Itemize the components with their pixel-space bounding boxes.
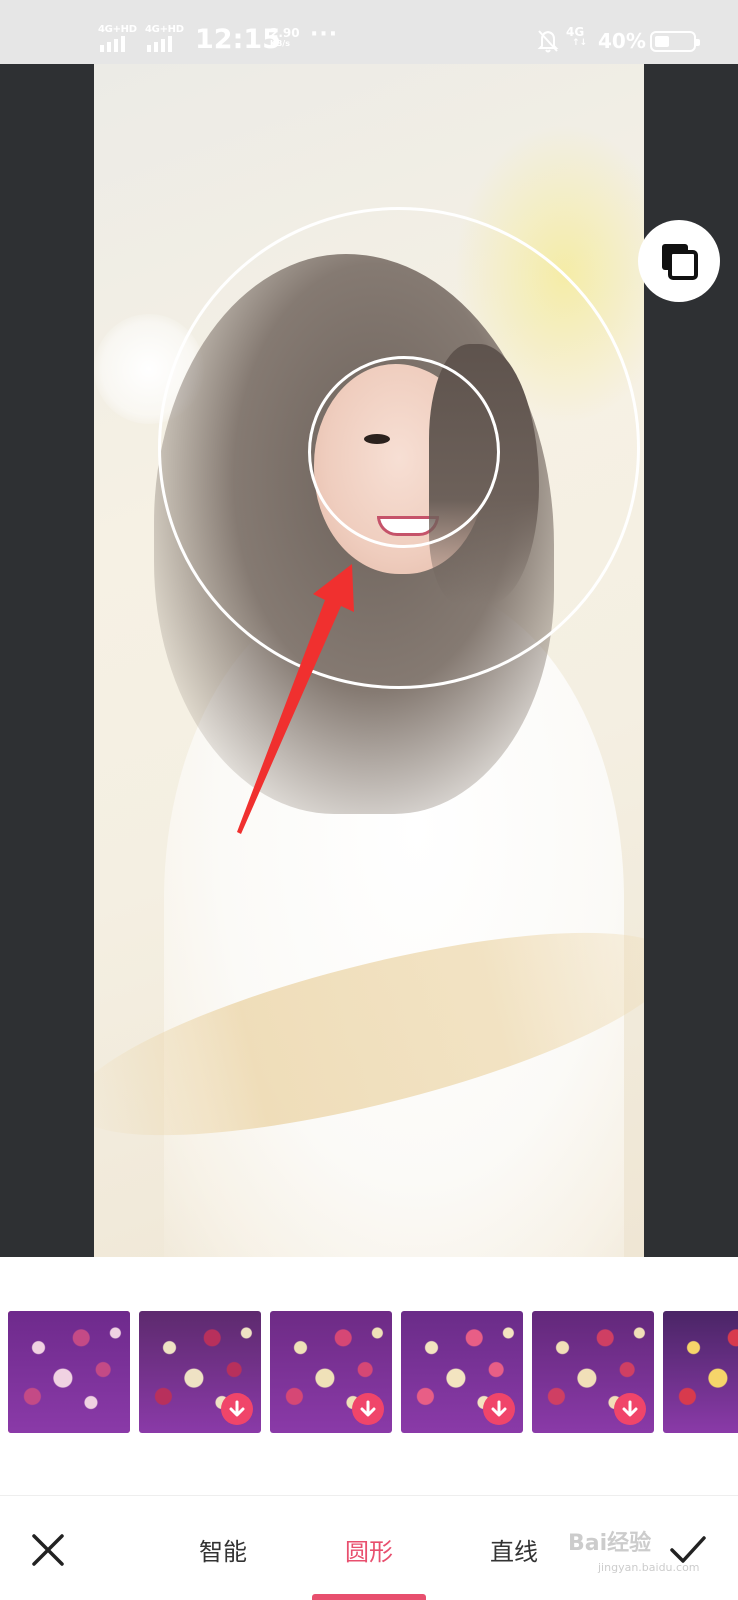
signal-icon: [147, 36, 172, 52]
clock: 12:15: [195, 24, 281, 55]
red-annotation-arrow: [237, 564, 354, 834]
effect-thumb-bokeh-3[interactable]: [270, 1311, 392, 1433]
mobile-data-indicator: 4G ↑↓: [566, 26, 587, 48]
more-notifications-icon: ···: [310, 22, 339, 47]
mode-tab-circle[interactable]: 圆形: [345, 1532, 393, 1567]
sim2-label: 4G+HD: [145, 24, 184, 35]
effect-thumb-bokeh-hexagons[interactable]: [532, 1311, 654, 1433]
compare-button[interactable]: [638, 220, 720, 302]
speed-value: 2.90: [270, 26, 300, 40]
photo-editor-canvas[interactable]: [0, 64, 738, 1257]
effect-thumb-bokeh-hearts[interactable]: [401, 1311, 523, 1433]
download-icon[interactable]: [352, 1393, 384, 1425]
effect-thumb-bokeh-2[interactable]: [139, 1311, 261, 1433]
battery-percent: 40%: [598, 29, 646, 53]
network-speed: 2.90 KB/s: [270, 27, 310, 49]
download-icon[interactable]: [614, 1393, 646, 1425]
speed-unit: KB/s: [270, 39, 290, 48]
effect-thumb-bokeh-1[interactable]: [8, 1311, 130, 1433]
close-icon[interactable]: [30, 1532, 66, 1568]
mode-tab-smart[interactable]: 智能: [199, 1532, 247, 1567]
effect-preview: [663, 1311, 738, 1433]
mode-tab-line[interactable]: 直线: [490, 1532, 538, 1567]
effect-preview: [8, 1311, 130, 1433]
compare-layers-icon: [662, 244, 698, 280]
effects-strip[interactable]: [8, 1311, 738, 1435]
sim1-label: 4G+HD: [98, 24, 137, 35]
status-bar: 4G+HD 4G+HD 12:15 2.90 KB/s ··· 4G ↑↓ 40…: [0, 0, 738, 64]
signal-icon: [100, 36, 125, 52]
effect-thumb-bokeh-stars[interactable]: [663, 1311, 738, 1433]
divider: [0, 1495, 738, 1496]
download-icon[interactable]: [221, 1393, 253, 1425]
watermark-text: Bai经验: [568, 1531, 652, 1556]
check-icon[interactable]: [668, 1532, 708, 1568]
data-activity: ↑↓: [572, 38, 588, 48]
battery-icon: [650, 31, 700, 52]
sim2-signal: 4G+HD: [145, 24, 184, 52]
battery-tip: [696, 39, 700, 46]
download-icon[interactable]: [483, 1393, 515, 1425]
battery-fill: [655, 36, 670, 47]
mute-bell-icon: [537, 30, 559, 53]
active-tab-indicator: [312, 1594, 426, 1600]
sim1-signal: 4G+HD: [98, 24, 137, 52]
